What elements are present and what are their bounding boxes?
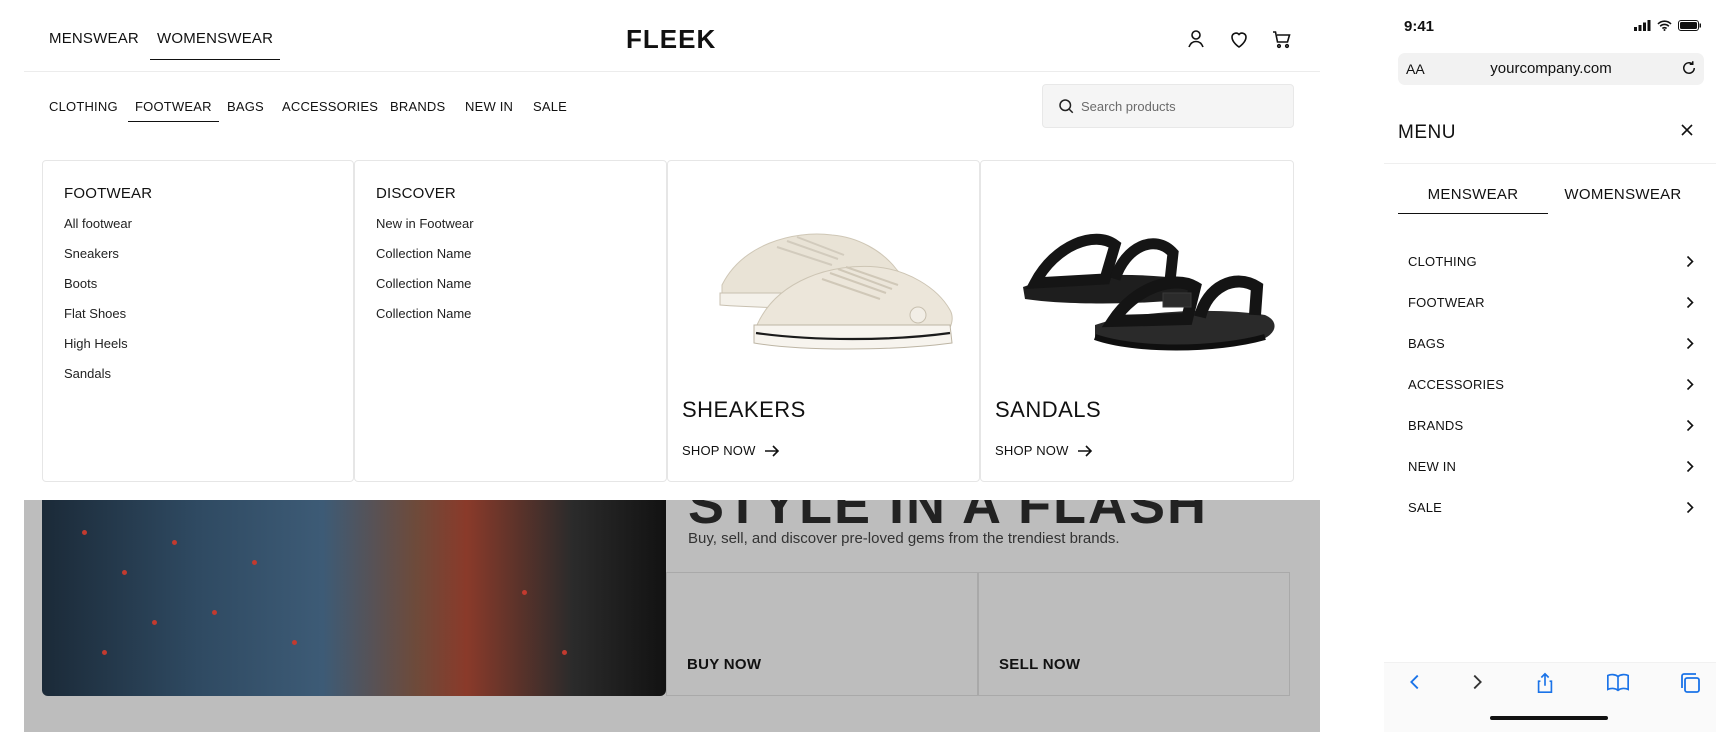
mobile-item-label: FOOTWEAR: [1408, 295, 1485, 310]
heart-icon[interactable]: [1227, 27, 1251, 51]
mobile-item-label: ACCESSORIES: [1408, 377, 1505, 392]
chevron-right-icon: [1686, 419, 1694, 432]
sandals-promo-card[interactable]: SANDALS SHOP NOW: [980, 160, 1294, 482]
footwear-mega-menu: FOOTWEAR All footwear Sneakers Boots Fla…: [42, 160, 1294, 482]
back-icon[interactable]: [1404, 671, 1426, 693]
chevron-right-icon: [1686, 460, 1694, 473]
mobile-menu-header: MENU: [1384, 100, 1716, 164]
chevron-right-icon: [1686, 501, 1694, 514]
mobile-item-label: NEW IN: [1408, 459, 1457, 474]
footwear-column: FOOTWEAR All footwear Sneakers Boots Fla…: [42, 160, 354, 482]
bookmarks-icon[interactable]: [1606, 671, 1630, 693]
mobile-item-new-in[interactable]: NEW IN: [1398, 450, 1694, 484]
home-indicator: [1490, 716, 1608, 720]
buy-now-card[interactable]: BUY NOW: [666, 572, 978, 696]
browser-toolbar: [1384, 662, 1716, 732]
mobile-item-bags[interactable]: BAGS: [1398, 327, 1694, 361]
category-nav: CLOTHING FOOTWEAR BAGS ACCESSORIES BRAND…: [24, 84, 1320, 144]
wifi-icon: [1657, 20, 1672, 31]
mobile-item-clothing[interactable]: CLOTHING: [1398, 245, 1694, 279]
status-icons: [1634, 20, 1702, 31]
status-time: 9:41: [1404, 18, 1435, 35]
tabs-icon[interactable]: [1678, 671, 1702, 695]
promo-title: SANDALS: [995, 397, 1102, 422]
category-clothing[interactable]: CLOTHING: [49, 99, 118, 121]
tab-womenswear[interactable]: WOMENSWEAR: [150, 30, 281, 60]
top-bar: MENSWEAR WOMENSWEAR FLEEK: [24, 0, 1320, 72]
chevron-right-icon: [1686, 296, 1694, 309]
sandal-image: [1023, 233, 1275, 351]
mobile-item-footwear[interactable]: FOOTWEAR: [1398, 286, 1694, 320]
link-collection[interactable]: Collection Name: [376, 306, 471, 321]
link-boots[interactable]: Boots: [64, 276, 97, 291]
mobile-item-label: CLOTHING: [1408, 254, 1477, 269]
mobile-item-label: BAGS: [1408, 336, 1445, 351]
mobile-item-accessories[interactable]: ACCESSORIES: [1398, 368, 1694, 402]
share-icon[interactable]: [1534, 671, 1556, 695]
signal-icon: [1634, 20, 1651, 31]
category-bags[interactable]: BAGS: [227, 99, 264, 121]
category-accessories[interactable]: ACCESSORIES: [282, 99, 378, 121]
category-new-in[interactable]: NEW IN: [465, 99, 513, 121]
link-high-heels[interactable]: High Heels: [64, 336, 128, 351]
link-collection[interactable]: Collection Name: [376, 246, 471, 261]
shop-now-link[interactable]: SHOP NOW: [995, 443, 1093, 458]
link-all-footwear[interactable]: All footwear: [64, 216, 132, 231]
footwear-heading: FOOTWEAR: [64, 185, 153, 202]
chevron-right-icon: [1686, 378, 1694, 391]
search-box: [1042, 84, 1294, 128]
menu-title: MENU: [1398, 122, 1456, 143]
chevron-right-icon: [1686, 255, 1694, 268]
arrow-right-icon: [764, 444, 779, 457]
forward-icon[interactable]: [1466, 671, 1488, 693]
sell-now-card[interactable]: SELL NOW: [978, 572, 1290, 696]
mobile-item-label: BRANDS: [1408, 418, 1464, 433]
category-footwear[interactable]: FOOTWEAR: [128, 99, 219, 122]
chevron-right-icon: [1686, 337, 1694, 350]
promo-title: SHEAKERS: [682, 397, 806, 422]
shop-now-label: SHOP NOW: [995, 443, 1069, 458]
hero-photo: [42, 500, 666, 696]
mobile-item-sale[interactable]: SALE: [1398, 491, 1694, 525]
battery-icon: [1678, 20, 1701, 31]
hero-content: STYLE IN A FLASH Buy, sell, and discover…: [666, 500, 1292, 696]
mobile-item-brands[interactable]: BRANDS: [1398, 409, 1694, 443]
search-input[interactable]: [1081, 85, 1281, 127]
link-collection[interactable]: Collection Name: [376, 276, 471, 291]
link-sneakers[interactable]: Sneakers: [64, 246, 119, 261]
cart-icon[interactable]: [1270, 27, 1294, 51]
buy-now-label: BUY NOW: [687, 656, 762, 673]
arrow-right-icon: [1077, 444, 1092, 457]
search-icon: [1059, 99, 1074, 114]
mobile-tab-womenswear[interactable]: WOMENSWEAR: [1548, 186, 1698, 214]
sneaker-image: [719, 233, 953, 350]
discover-column: DISCOVER New in Footwear Collection Name…: [354, 160, 667, 482]
sneakers-promo-card[interactable]: SHEAKERS SHOP NOW: [667, 160, 980, 482]
sell-now-label: SELL NOW: [999, 656, 1081, 673]
category-sale[interactable]: SALE: [533, 99, 567, 121]
link-sandals[interactable]: Sandals: [64, 366, 111, 381]
hero-subtitle: Buy, sell, and discover pre-loved gems f…: [688, 530, 1120, 547]
close-icon[interactable]: [1680, 123, 1694, 137]
discover-heading: DISCOVER: [376, 185, 456, 202]
category-brands[interactable]: BRANDS: [390, 99, 445, 121]
account-icon[interactable]: [1184, 27, 1208, 51]
tab-menswear[interactable]: MENSWEAR: [49, 30, 139, 59]
desktop-view: MENSWEAR WOMENSWEAR FLEEK CLOTHING FOOTW…: [24, 0, 1320, 732]
shop-now-label: SHOP NOW: [682, 443, 756, 458]
hero-section: STYLE IN A FLASH Buy, sell, and discover…: [24, 500, 1320, 732]
shop-now-link[interactable]: SHOP NOW: [682, 443, 780, 458]
mobile-item-label: SALE: [1408, 500, 1443, 515]
brand-logo[interactable]: FLEEK: [626, 24, 716, 55]
browser-url-bar[interactable]: AA yourcompany.com: [1398, 53, 1704, 85]
mobile-tab-menswear[interactable]: MENSWEAR: [1398, 186, 1548, 214]
reload-icon[interactable]: [1680, 59, 1698, 77]
link-flat-shoes[interactable]: Flat Shoes: [64, 306, 126, 321]
mobile-view: 9:41 AA yourcompany.com MENU MENSWEAR WO…: [1384, 0, 1716, 732]
url-text[interactable]: yourcompany.com: [1398, 60, 1704, 77]
link-new-in-footwear[interactable]: New in Footwear: [376, 216, 474, 231]
